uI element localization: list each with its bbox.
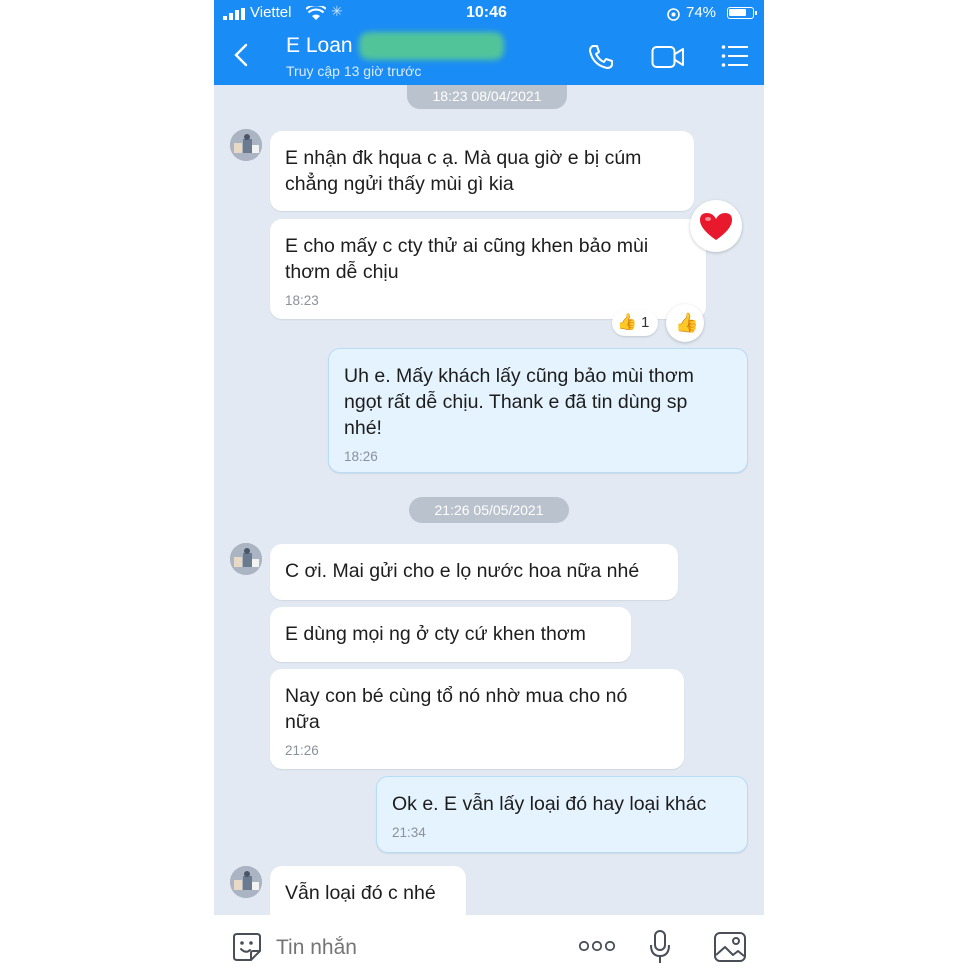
- message-text: E cho mấy c cty thử ai cũng khen bảo mùi…: [285, 235, 649, 283]
- message-text: E nhận đk hqua c ạ. Mà qua giờ e bị cúm …: [285, 147, 642, 195]
- incoming-message[interactable]: E cho mấy c cty thử ai cũng khen bảo mùi…: [270, 219, 706, 319]
- message-input-bar: [214, 915, 764, 978]
- signal-icon: [223, 8, 245, 20]
- heart-icon: [700, 213, 732, 240]
- contact-name[interactable]: E Loan: [286, 34, 353, 58]
- incoming-message[interactable]: E dùng mọi ng ở cty cứ khen thơm: [270, 607, 631, 662]
- redacted-name-blur: [359, 32, 504, 60]
- outgoing-message[interactable]: Uh e. Mấy khách lấy cũng bảo mùi thơm ng…: [328, 348, 748, 473]
- message-time: 18:23: [285, 293, 319, 308]
- thumbs-up-icon: 👍: [675, 313, 699, 334]
- incoming-message[interactable]: C ơi. Mai gửi cho e lọ nước hoa nữa nhé: [270, 544, 678, 600]
- heart-reaction[interactable]: [690, 200, 742, 252]
- battery-percent: 74%: [686, 4, 717, 21]
- message-list[interactable]: 18:23 08/04/2021 E nhận đk hqua c ạ. Mà …: [214, 85, 764, 915]
- microphone-icon[interactable]: [648, 929, 672, 965]
- video-call-icon[interactable]: [651, 45, 685, 69]
- avatar[interactable]: [230, 543, 262, 575]
- back-icon[interactable]: [234, 43, 248, 67]
- message-text: Nay con bé cùng tổ nó nhờ mua cho nó nữa: [285, 685, 628, 733]
- avatar[interactable]: [230, 129, 262, 161]
- message-text: Ok e. E vẫn lấy loại đó hay loại khác: [392, 793, 707, 815]
- clock: 10:46: [466, 4, 507, 21]
- incoming-message[interactable]: Nay con bé cùng tổ nó nhờ mua cho nó nữa…: [270, 669, 684, 769]
- message-time: 21:34: [392, 825, 426, 840]
- activity-icon: ✳: [331, 3, 343, 19]
- message-text: C ơi. Mai gửi cho e lọ nước hoa nữa nhé: [285, 560, 640, 582]
- message-text: Uh e. Mấy khách lấy cũng bảo mùi thơm ng…: [344, 365, 694, 439]
- message-time: 18:26: [344, 449, 378, 464]
- date-separator: 21:26 05/05/2021: [409, 497, 569, 523]
- image-icon[interactable]: [713, 931, 747, 963]
- phone-icon[interactable]: [587, 43, 615, 71]
- menu-list-icon[interactable]: [721, 44, 749, 68]
- message-text: Vẫn loại đó c nhé: [285, 882, 436, 904]
- location-icon: [667, 8, 680, 21]
- message-text: E dùng mọi ng ở cty cứ khen thơm: [285, 623, 586, 645]
- message-time: 21:26: [285, 743, 319, 758]
- carrier-name: Viettel: [250, 4, 292, 21]
- date-separator: 18:23 08/04/2021: [407, 85, 567, 109]
- incoming-message[interactable]: E nhận đk hqua c ạ. Mà qua giờ e bị cúm …: [270, 131, 694, 211]
- incoming-message[interactable]: Vẫn loại đó c nhé: [270, 866, 466, 915]
- thumbs-up-icon: 👍: [617, 314, 637, 331]
- message-input[interactable]: [274, 931, 558, 965]
- battery-icon: [727, 7, 757, 19]
- avatar[interactable]: [230, 866, 262, 898]
- chat-header: Viettel ✳ 10:46 74% E Loan Truy cập 13 g…: [214, 0, 764, 85]
- last-seen-status: Truy cập 13 giờ trước: [286, 63, 422, 79]
- reaction-count: 1: [641, 314, 650, 331]
- more-options-icon[interactable]: [578, 940, 616, 952]
- add-reaction-button[interactable]: 👍: [666, 304, 704, 342]
- sticker-icon[interactable]: [231, 931, 263, 963]
- wifi-icon: [306, 6, 326, 20]
- reaction-summary[interactable]: 👍 1: [612, 310, 658, 336]
- outgoing-message[interactable]: Ok e. E vẫn lấy loại đó hay loại khác 21…: [376, 776, 748, 853]
- chat-screen: Viettel ✳ 10:46 74% E Loan Truy cập 13 g…: [214, 0, 764, 978]
